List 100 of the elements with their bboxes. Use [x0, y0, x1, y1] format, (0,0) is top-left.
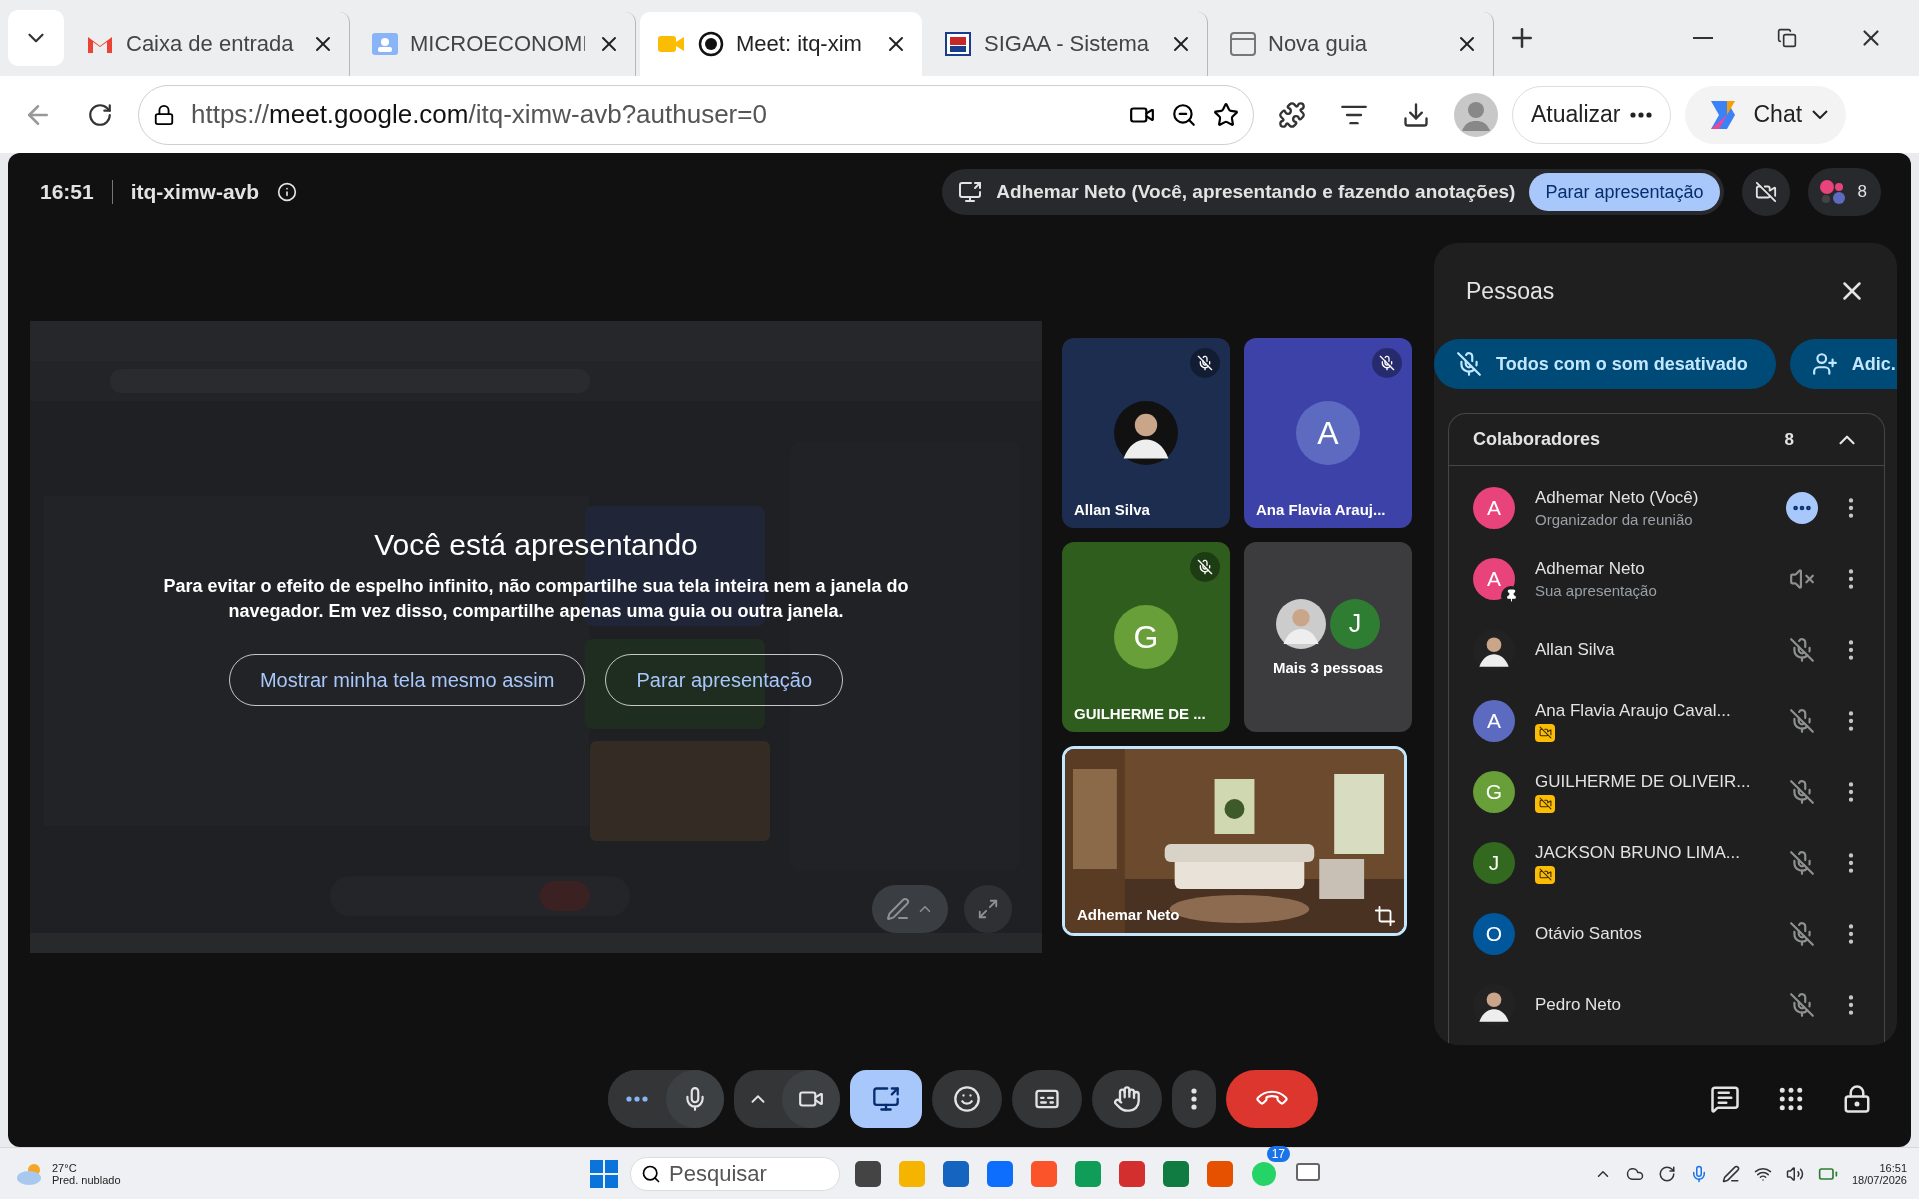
pen-icon[interactable]: [1721, 1164, 1740, 1183]
avatar: A: [1296, 401, 1360, 465]
start-icon[interactable]: [590, 1159, 618, 1188]
hide-video-button[interactable]: [1741, 168, 1790, 216]
new-tab-icon: [1230, 32, 1256, 56]
mic-off-icon: [1456, 351, 1482, 377]
participant-name: Adhemar Neto: [1077, 906, 1180, 923]
clock-date: 18/07/2026: [1851, 1173, 1907, 1186]
search-icon: [641, 1163, 661, 1184]
avatar: O: [1473, 912, 1515, 955]
recording-icon: [698, 31, 724, 57]
screen-share-icon: [958, 180, 983, 204]
more-options-button[interactable]: [1172, 1070, 1216, 1128]
reload-icon: [87, 101, 113, 128]
smiley-icon: [953, 1085, 981, 1113]
weather-temperature: 27°C: [52, 1161, 78, 1174]
avatar: A: [1473, 699, 1515, 742]
tab-title: SIGAA - Sistema: [984, 31, 1151, 57]
present-button[interactable]: [850, 1070, 922, 1128]
overlay-message: Para evitar o efeito de espelho infinito, não compartilhe sua tela inteira nem a janela do navegador. Em vez disso, compartilhe apenas uma guia ou outra janela.: [162, 574, 910, 623]
hand-icon: [1113, 1085, 1141, 1113]
weather-cloud-icon: [16, 1161, 44, 1186]
profile-avatar[interactable]: [1454, 92, 1498, 137]
add-person-icon: [1811, 351, 1838, 377]
more-icon: [1191, 1088, 1197, 1110]
participant-name: Adhemar Neto: [1535, 558, 1646, 580]
volume-icon[interactable]: [1785, 1164, 1804, 1183]
avatar: J: [1473, 841, 1515, 884]
crop-icon[interactable]: [1374, 905, 1396, 927]
chat-icon: [1710, 1084, 1740, 1114]
meeting-code: itq-ximw-avb: [130, 180, 260, 204]
taskbar-search-field[interactable]: Pesquisar: [630, 1156, 840, 1191]
avatar: A: [1473, 486, 1515, 529]
meeting-time: 16:51: [40, 180, 94, 204]
participant-name: JACKSON BRUNO LIMA...: [1535, 841, 1741, 864]
tab-title: Caixa de entrada: [126, 31, 295, 57]
participant-name: Ana Flavia Arauj...: [1256, 501, 1386, 518]
participant-name: Allan Silva: [1074, 501, 1150, 518]
participant-role: Organizador da reunião: [1535, 511, 1694, 528]
panel-title: Pessoas: [1466, 277, 1555, 305]
update-button[interactable]: Atualizar: [1512, 85, 1672, 144]
participant-name: GUILHERME DE ...: [1074, 705, 1206, 722]
avatars-icon: [1817, 179, 1848, 205]
stop-presenting-button[interactable]: Parar apresentação: [1529, 173, 1720, 211]
more-options-icon[interactable]: [1786, 491, 1818, 524]
overlay-title: Você está apresentando: [374, 527, 698, 562]
crest-icon: [944, 31, 972, 57]
screen-share-icon: [872, 1085, 900, 1113]
avatar: A: [1473, 557, 1515, 600]
participant-count: 8: [1784, 429, 1794, 450]
video-tile[interactable]: G GUILHERME DE ...: [1062, 542, 1230, 732]
presenter-label: Adhemar Neto (Você, apresentando e fazendo anotações): [996, 181, 1516, 203]
weather-condition: Pred. nublado: [52, 1173, 121, 1186]
minimize-icon: [1693, 37, 1713, 39]
lock-icon: [1842, 1084, 1872, 1114]
favorite-star-icon[interactable]: [1213, 101, 1239, 128]
video-off-icon: [1754, 181, 1777, 203]
browser-tab[interactable]: Meet: itq-xim: [640, 12, 922, 76]
participant-name: Ana Flavia Araujo Caval...: [1535, 699, 1732, 722]
zoom-out-icon[interactable]: [1171, 101, 1197, 128]
avatar: J: [1330, 598, 1380, 649]
participant-name: Pedro Neto: [1535, 993, 1622, 1016]
tab-title: Meet: itq-xim: [736, 31, 863, 57]
download-icon: [1402, 100, 1430, 129]
chevron-down-icon: [1812, 110, 1829, 119]
mute-all-button[interactable]: Todos com o som desativado: [1434, 339, 1776, 389]
participant-name: Otávio Santos: [1535, 922, 1643, 945]
puzzle-icon: [1278, 100, 1306, 129]
more-icon: [626, 1096, 648, 1102]
tab-title: Nova guia: [1268, 31, 1369, 57]
contact-card-icon: [372, 33, 398, 55]
camera-button[interactable]: [782, 1070, 840, 1128]
clock-time: 16:51: [1879, 1161, 1907, 1174]
restore-icon: [1777, 28, 1797, 48]
more-people-label: Mais 3 pessoas: [1272, 658, 1384, 676]
participant-role: Sua apresentação: [1535, 582, 1658, 599]
avatar: G: [1473, 770, 1515, 813]
video-tile[interactable]: A Ana Flavia Arauj...: [1244, 338, 1412, 528]
chat-button[interactable]: Chat: [1685, 85, 1847, 144]
person-photo: [1114, 401, 1178, 465]
pen-icon: [886, 897, 910, 921]
expand-icon: [977, 898, 999, 920]
video-camera-icon: [658, 33, 686, 55]
lock-icon: [153, 103, 175, 126]
participant-name: GUILHERME DE OLIVEIR...: [1535, 770, 1752, 793]
sync-icon[interactable]: [1657, 1164, 1676, 1183]
avatar: G: [1114, 605, 1178, 669]
add-people-button[interactable]: Adic.: [1789, 339, 1897, 389]
microphone-button[interactable]: [666, 1070, 724, 1128]
video-tile[interactable]: J Mais 3 pessoas: [1244, 542, 1412, 732]
participant-name: Allan Silva: [1535, 638, 1616, 661]
person-photo: [1276, 598, 1326, 649]
video-tile[interactable]: Adhemar Neto: [1062, 746, 1407, 936]
participant-name: Adhemar Neto (Você): [1535, 487, 1700, 509]
video-tile[interactable]: Allan Silva: [1062, 338, 1230, 528]
info-icon[interactable]: [277, 182, 298, 202]
end-call-button[interactable]: [1226, 1070, 1318, 1128]
section-header[interactable]: Colaboradores 8: [1449, 414, 1884, 466]
participants-button[interactable]: 8: [1807, 168, 1881, 216]
more-icon: [1630, 111, 1653, 118]
